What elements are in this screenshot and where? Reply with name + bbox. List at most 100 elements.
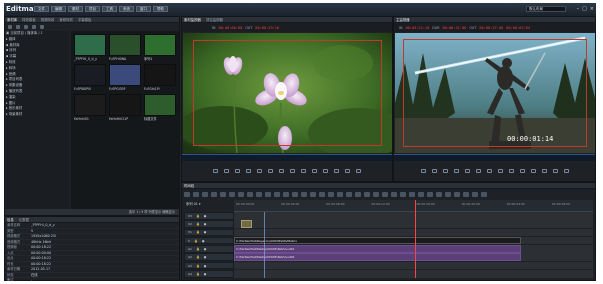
tab-library-1[interactable]: 特效模板 <box>22 17 36 22</box>
clip-thumbnail[interactable]: Fu?PGi30F <box>109 64 141 92</box>
play-icon[interactable] <box>453 169 459 173</box>
clip-thumbnail[interactable]: Fu?PHi0NA <box>109 34 141 62</box>
tab-record-0[interactable]: 主监视器 <box>396 17 410 22</box>
source-video-frame[interactable] <box>183 33 392 153</box>
eye-icon[interactable]: ● <box>204 272 207 276</box>
eye-icon[interactable]: ● <box>204 214 207 218</box>
tab-timeline[interactable]: 时间线 <box>184 183 194 188</box>
record-duration-timecode[interactable]: 00:00:31:06 <box>443 26 467 30</box>
track-row[interactable] <box>234 212 593 220</box>
lock-icon[interactable]: 🔒 <box>196 230 200 234</box>
sequence-select[interactable]: 序列 01 ▾ <box>186 201 201 206</box>
timeline-tool-icon[interactable] <box>184 192 190 197</box>
timeline-tool-icon[interactable] <box>373 192 379 197</box>
goto-in-icon[interactable] <box>508 169 514 173</box>
clip-thumbnail[interactable]: 标题文件 <box>144 94 176 122</box>
goto-in-icon[interactable] <box>301 169 306 173</box>
minimize-icon[interactable]: – <box>577 6 580 12</box>
eye-icon[interactable]: ● <box>202 239 205 243</box>
clip-thumbnail[interactable]: FaHnhi01 <box>74 94 106 122</box>
timeline-ruler[interactable]: 00:00:00:00 00:00:04:00 00:00:08:00 00:00:1… <box>234 200 593 212</box>
timeline-tool-icon[interactable] <box>337 192 343 197</box>
maximize-icon[interactable]: □ <box>582 6 587 12</box>
menu-item[interactable]: 窗口 <box>136 6 151 12</box>
menu-item[interactable]: 素材 <box>68 6 83 12</box>
timeline-tool-icon[interactable] <box>292 192 298 197</box>
insert-icon[interactable] <box>279 169 284 173</box>
lock-icon[interactable]: 🔒 <box>196 222 200 226</box>
layout-select[interactable]: 默认布局 <box>526 6 566 12</box>
timeline-tool-icon[interactable] <box>319 192 325 197</box>
match-frame-icon[interactable] <box>356 169 361 173</box>
timeline-tool-icon[interactable] <box>229 192 235 197</box>
fast-forward-icon[interactable] <box>541 169 547 173</box>
snapshot-icon[interactable] <box>563 169 569 173</box>
timeline-clip[interactable]: C:\FarRenPlat\Media\00005\NAV\Aud02 <box>234 253 522 261</box>
source-out-timecode[interactable]: 00:00:33:16 <box>255 26 279 30</box>
lock-icon[interactable]: 🔒 <box>196 247 200 251</box>
tab-library-0[interactable]: 素材库 <box>7 17 17 22</box>
tab-properties-0[interactable]: 信息 <box>7 217 14 222</box>
mark-in-icon[interactable] <box>213 169 218 173</box>
timeline-tool-icon[interactable] <box>310 192 316 197</box>
eye-icon[interactable]: ● <box>204 255 207 259</box>
record-video-frame[interactable]: 00:00:01:14 <box>395 33 595 153</box>
timeline-tool-icon[interactable] <box>247 192 253 197</box>
step-back-icon[interactable] <box>235 169 240 173</box>
tab-source-1[interactable]: 项目监视器 <box>206 17 223 22</box>
track-row[interactable] <box>234 261 593 270</box>
timeline-tool-icon[interactable] <box>355 192 361 197</box>
timeline-tool-icon[interactable] <box>364 192 370 197</box>
tab-library-4[interactable]: 字幕模板 <box>78 17 92 22</box>
timeline-tool-icon[interactable] <box>238 192 244 197</box>
record-in-timecode[interactable]: 00:03:22:10 <box>405 26 429 30</box>
menu-item[interactable]: 工具 <box>102 6 117 12</box>
menu-item[interactable]: 帮助 <box>153 6 168 12</box>
up-folder-icon[interactable] <box>24 25 28 29</box>
timeline-tool-icon[interactable] <box>454 192 460 197</box>
track-row[interactable]: C:\FarRenPlat\Media\00005\NAV\Aud01 <box>234 245 593 253</box>
menu-item[interactable]: 编辑 <box>51 6 66 12</box>
tab-library-2[interactable]: 视频特效 <box>41 17 55 22</box>
timeline-tool-icon[interactable] <box>202 192 208 197</box>
back-icon[interactable] <box>8 25 12 29</box>
mark-out-icon[interactable] <box>224 169 229 173</box>
loop-icon[interactable] <box>475 169 481 173</box>
timeline-tool-icon[interactable] <box>400 192 406 197</box>
rewind-icon[interactable] <box>312 169 317 173</box>
source-scrub-bar[interactable] <box>182 154 392 161</box>
timeline-tool-icon[interactable] <box>481 192 487 197</box>
stop-icon[interactable] <box>323 169 328 173</box>
timeline-tool-icon[interactable] <box>265 192 271 197</box>
lift-icon[interactable] <box>486 169 492 173</box>
step-back-icon[interactable] <box>442 169 448 173</box>
tree-node[interactable]: ▸ 场景素材 <box>6 112 69 118</box>
eye-icon[interactable]: ● <box>204 247 207 251</box>
clip-thumbnail[interactable]: _P?PFHi_0_d_y <box>74 34 106 62</box>
timeline-tool-icon[interactable] <box>445 192 451 197</box>
clip-thumbnail[interactable]: FaHnHih21P <box>109 94 141 122</box>
step-forward-icon[interactable] <box>464 169 470 173</box>
import-icon[interactable] <box>40 25 44 29</box>
new-folder-icon[interactable] <box>32 25 36 29</box>
lock-icon[interactable]: 🔒 <box>194 239 198 243</box>
eye-icon[interactable]: ● <box>204 264 207 268</box>
timeline-tool-icon[interactable] <box>220 192 226 197</box>
timeline-tool-icon[interactable] <box>418 192 424 197</box>
clip-thumbnail[interactable]: 序列1 <box>144 34 176 62</box>
record-scrub-bar[interactable] <box>394 154 595 161</box>
timeline-tool-icon[interactable] <box>211 192 217 197</box>
stop-icon[interactable] <box>530 169 536 173</box>
lock-icon[interactable]: 🔒 <box>196 272 200 276</box>
track-area[interactable]: C:\FarRenPlat\Regerics\00005\NAVMatrix C:… <box>234 212 593 280</box>
timeline-tool-icon[interactable] <box>283 192 289 197</box>
timeline-tool-icon[interactable] <box>256 192 262 197</box>
timeline-tool-icon[interactable] <box>382 192 388 197</box>
timeline-clip[interactable]: C:\FarRenPlat\Media\00005\NAV\Aud01 <box>234 245 522 253</box>
timeline-tool-icon[interactable] <box>472 192 478 197</box>
menu-item[interactable]: 系统 <box>119 6 134 12</box>
record-extra-timecode[interactable]: 00:00:03:04 <box>506 26 530 30</box>
timeline-tool-icon[interactable] <box>463 192 469 197</box>
playhead[interactable] <box>414 200 416 278</box>
menu-item[interactable]: 项目 <box>85 6 100 12</box>
